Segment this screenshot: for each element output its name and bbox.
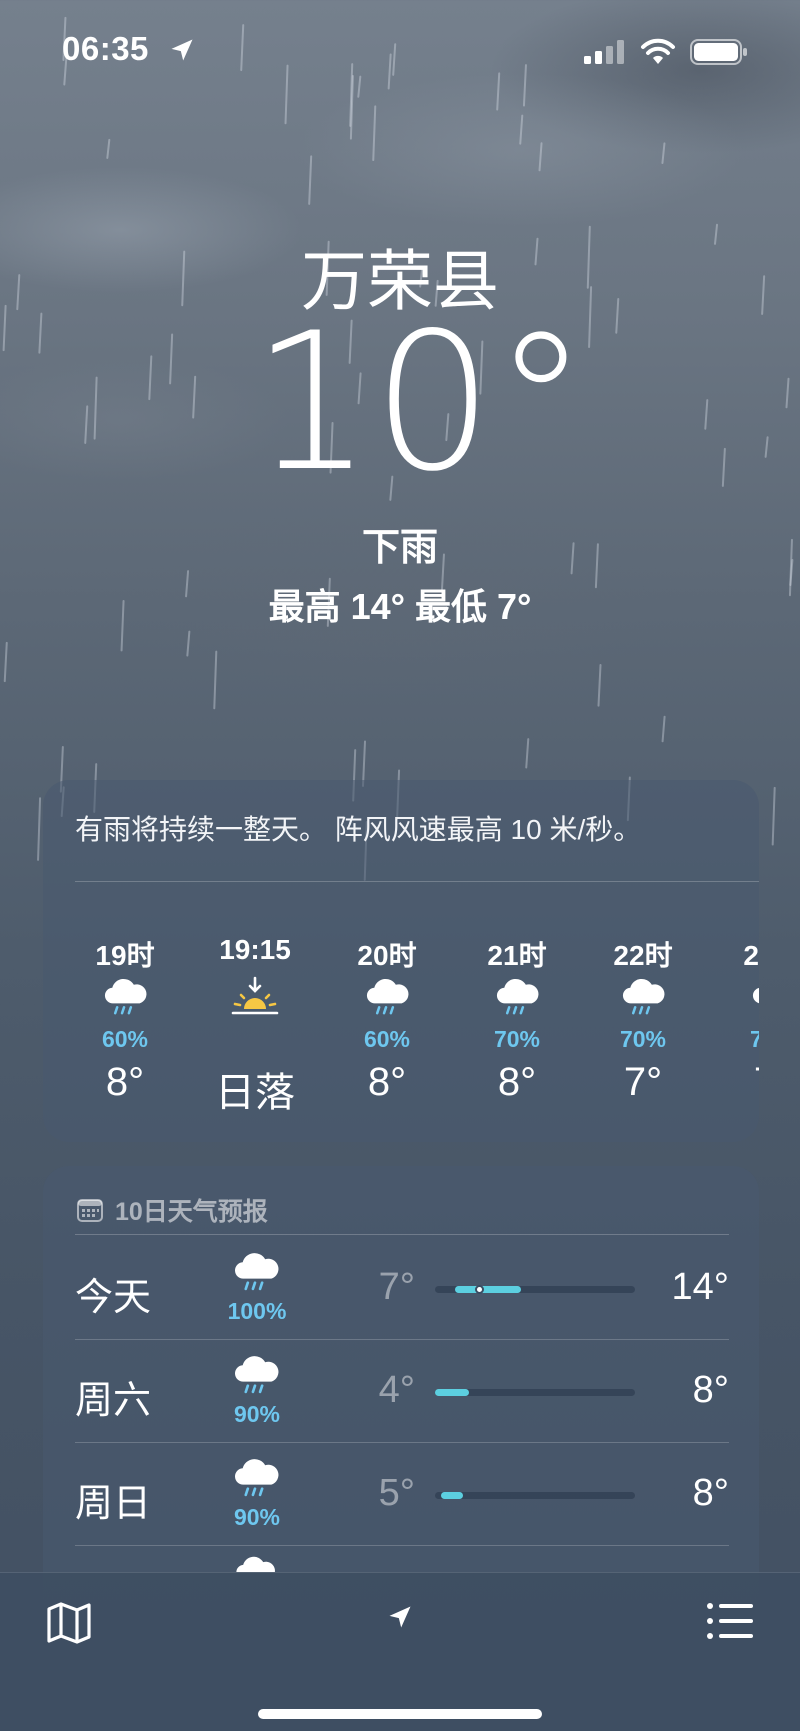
day-name: 周六 <box>75 1380 152 1422</box>
divider <box>75 1545 729 1546</box>
temperature-range-bar <box>435 1389 635 1396</box>
high-temperature: 8° <box>692 1369 729 1411</box>
next-day-peek <box>233 1554 277 1572</box>
location-services-icon <box>171 39 193 61</box>
precip-chance: 60% <box>101 1026 149 1052</box>
hour-time: 19时 <box>95 940 155 971</box>
hour-temperature: 日落 <box>215 1071 295 1115</box>
day-row[interactable]: 周日 90% 5° 8° <box>75 1442 729 1546</box>
location-arrow-icon[interactable] <box>386 1603 414 1631</box>
divider <box>75 1234 729 1235</box>
home-indicator[interactable] <box>258 1709 542 1719</box>
cloud-rain-icon <box>236 1556 275 1572</box>
cloud-rain-icon <box>235 1253 279 1291</box>
cellular-signal-icon <box>584 40 624 64</box>
wifi-icon <box>641 38 675 64</box>
sunset-icon <box>231 976 279 1015</box>
current-temperature: 10° <box>251 292 589 513</box>
hour-temperature: 8° <box>497 1060 537 1104</box>
day-row[interactable]: 今天 100% 7° 14° <box>75 1236 729 1340</box>
cloud-rain-icon <box>104 978 147 1015</box>
temperature-range-fill <box>435 1389 469 1396</box>
cloud-rain-icon <box>752 987 759 1004</box>
hour-time: 22时 <box>613 940 673 971</box>
cloud-rain-icon <box>496 978 539 1015</box>
hour-temperature: 7° <box>623 1060 663 1104</box>
high-low-temperature: 最高 14° 最低 7° <box>268 586 532 627</box>
hour-temperature: 8° <box>105 1060 145 1104</box>
low-temperature: 4° <box>378 1369 415 1411</box>
hour-time: 23时 <box>743 940 759 971</box>
hourly-scroll[interactable]: 19时 60% 8° 19:15 日落 20时 60% 8° 21时 70% 8° 22时 70% 7° 2… <box>43 780 759 1142</box>
bottom-toolbar <box>0 1572 800 1731</box>
hour-temperature: 7° <box>723 1060 759 1105</box>
precip-chance: 70% <box>619 1026 667 1052</box>
status-time: 06:35 <box>62 30 149 67</box>
hour-time: 19:15 <box>219 934 291 965</box>
hour-time: 20时 <box>357 940 417 971</box>
current-temperature-dot <box>475 1285 484 1294</box>
calendar-icon <box>77 1199 103 1222</box>
precip-chance: 100% <box>227 1298 287 1324</box>
cloud-rain-icon <box>622 978 665 1015</box>
temperature-range-bar <box>435 1285 635 1294</box>
ten-day-header: 10日天气预报 <box>77 1192 268 1228</box>
cloud-rain-icon <box>366 978 409 1015</box>
hour-temperature: 8° <box>367 1060 407 1104</box>
precip-chance: 70% <box>749 1026 759 1052</box>
list-icon[interactable] <box>706 1601 754 1641</box>
precip-chance: 90% <box>233 1504 281 1530</box>
high-temperature: 14° <box>671 1266 729 1308</box>
day-name: 周日 <box>75 1483 152 1525</box>
map-icon[interactable] <box>46 1601 92 1645</box>
precip-chance: 60% <box>363 1026 411 1052</box>
low-temperature: 7° <box>378 1266 415 1308</box>
cloud-rain-icon <box>235 1459 279 1497</box>
hourly-forecast-card[interactable]: 有雨将持续一整天。 阵风风速最高 10 米/秒。 19时 60% 8° 19:15 日落… <box>43 780 759 1142</box>
low-temperature: 5° <box>378 1472 415 1514</box>
battery-icon <box>690 39 747 65</box>
temperature-range-fill <box>455 1286 521 1293</box>
temperature-range-bar <box>435 1492 635 1499</box>
cloud-rain-icon <box>235 1356 279 1394</box>
temperature-range-fill <box>441 1492 463 1499</box>
precip-chance: 70% <box>493 1026 541 1052</box>
day-name: 今天 <box>75 1277 152 1319</box>
weather-condition: 下雨 <box>361 527 438 569</box>
high-temperature: 8° <box>692 1472 729 1514</box>
precip-chance: 90% <box>233 1401 281 1427</box>
day-row[interactable]: 周六 90% 4° 8° <box>75 1339 729 1443</box>
ten-day-title: 10日天气预报 <box>115 1198 268 1226</box>
hour-time: 21时 <box>487 940 547 971</box>
